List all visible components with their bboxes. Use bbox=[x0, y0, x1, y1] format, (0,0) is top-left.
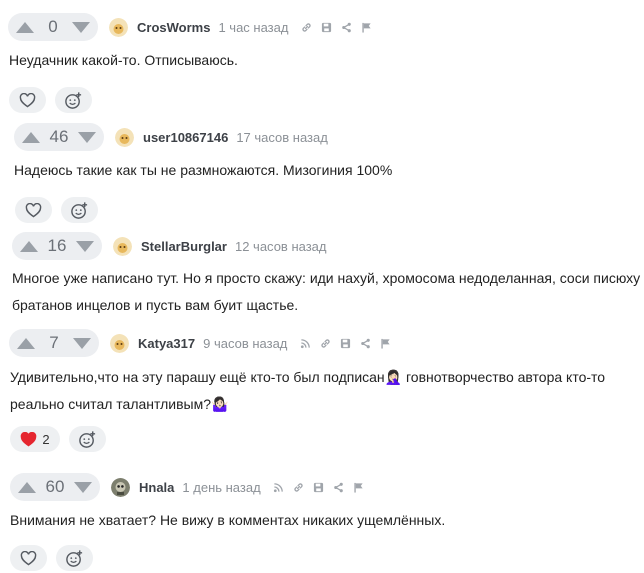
comment-time[interactable]: 9 часов назад bbox=[203, 336, 287, 351]
vote-box: 60 bbox=[10, 473, 100, 501]
comment-text-line: братанов инцелов и пусть вам буит щастье… bbox=[12, 297, 299, 313]
comment-tools bbox=[269, 478, 369, 496]
avatar[interactable] bbox=[113, 236, 132, 256]
comment-score: 60 bbox=[45, 477, 65, 496]
smile-plus-icon bbox=[71, 201, 88, 219]
comment-score: 0 bbox=[48, 17, 58, 36]
link-icon[interactable] bbox=[289, 478, 309, 496]
comment-actions: 2 bbox=[10, 424, 115, 454]
comment-score: 16 bbox=[47, 236, 67, 255]
comment-tools bbox=[295, 334, 395, 352]
comment-text: Надеюсь такие как ты не размножаются. Ми… bbox=[14, 157, 392, 184]
heart-icon bbox=[20, 550, 37, 565]
comment-text-line: Внимания не хватает? Не вижу в комментах… bbox=[10, 512, 446, 528]
author-name[interactable]: CrosWorms bbox=[137, 20, 210, 35]
smile-plus-icon bbox=[65, 91, 82, 109]
upvote-icon[interactable] bbox=[22, 131, 40, 143]
comment-actions bbox=[15, 195, 107, 225]
downvote-icon[interactable] bbox=[77, 131, 96, 143]
rss-icon[interactable] bbox=[295, 334, 315, 352]
comment-time[interactable]: 17 часов назад bbox=[236, 130, 328, 145]
flag-icon[interactable] bbox=[349, 478, 369, 496]
rss-icon[interactable] bbox=[269, 478, 289, 496]
upvote-icon[interactable] bbox=[17, 337, 35, 349]
avatar[interactable] bbox=[110, 333, 129, 353]
flag-icon[interactable] bbox=[356, 18, 376, 36]
comment-text: Внимания не хватает? Не вижу в комментах… bbox=[10, 507, 445, 534]
comment-text: Удивительно,что на эту парашу ещё кто-то… bbox=[10, 364, 605, 418]
comment-text-line: реально считал талантливым?🤷🏻‍♀️ bbox=[10, 396, 229, 412]
floppy-icon[interactable] bbox=[316, 18, 336, 36]
comment-header: 0 CrosWorms 1 час назад bbox=[8, 12, 376, 42]
comment-actions bbox=[9, 85, 101, 115]
heart-icon bbox=[25, 202, 42, 217]
comment-header: 7 Katya317 9 часов назад bbox=[9, 328, 395, 358]
like-count: 2 bbox=[42, 431, 50, 447]
downvote-icon[interactable] bbox=[72, 21, 90, 33]
heart-icon bbox=[21, 431, 37, 446]
vote-box: 46 bbox=[14, 123, 104, 151]
share-icon[interactable] bbox=[336, 18, 356, 36]
react-button[interactable] bbox=[56, 545, 93, 571]
comment-tools bbox=[296, 18, 376, 36]
link-icon[interactable] bbox=[315, 334, 335, 352]
react-button[interactable] bbox=[69, 426, 106, 452]
upvote-icon[interactable] bbox=[18, 481, 36, 493]
comment-time[interactable]: 12 часов назад bbox=[235, 239, 327, 254]
like-button[interactable] bbox=[15, 197, 52, 223]
vote-box: 0 bbox=[8, 13, 98, 41]
author-name[interactable]: Katya317 bbox=[138, 336, 195, 351]
comment-text: Неудачник какой-то. Отписываюсь. bbox=[9, 47, 238, 74]
link-icon[interactable] bbox=[296, 18, 316, 36]
comment-score: 7 bbox=[49, 333, 59, 352]
comment-actions bbox=[10, 543, 102, 573]
react-button[interactable] bbox=[61, 197, 98, 223]
smile-plus-icon bbox=[66, 549, 83, 567]
comment-text-line: Надеюсь такие как ты не размножаются. Ми… bbox=[14, 162, 393, 178]
downvote-icon[interactable] bbox=[73, 481, 92, 493]
downvote-icon[interactable] bbox=[73, 337, 91, 349]
share-icon[interactable] bbox=[329, 478, 349, 496]
avatar[interactable] bbox=[111, 477, 130, 497]
heart-icon bbox=[19, 92, 36, 107]
author-name[interactable]: user10867146 bbox=[143, 130, 228, 145]
vote-box: 7 bbox=[9, 329, 99, 357]
vote-box: 16 bbox=[12, 232, 102, 260]
avatar[interactable] bbox=[109, 17, 128, 37]
comment-header: 60 Hnala 1 день назад bbox=[10, 472, 369, 502]
comment-text-line: Неудачник какой-то. Отписываюсь. bbox=[9, 52, 238, 68]
like-button[interactable]: 2 bbox=[10, 426, 60, 452]
like-button[interactable] bbox=[9, 87, 46, 113]
like-button[interactable] bbox=[10, 545, 47, 571]
comment-time[interactable]: 1 час назад bbox=[218, 20, 288, 35]
flag-icon[interactable] bbox=[375, 334, 395, 352]
comment-time[interactable]: 1 день назад bbox=[182, 480, 260, 495]
author-name[interactable]: Hnala bbox=[139, 480, 174, 495]
downvote-icon[interactable] bbox=[75, 240, 94, 252]
comment-text: Многое уже написано тут. Но я просто ска… bbox=[12, 265, 640, 319]
comment-text-line: Многое уже написано тут. Но я просто ска… bbox=[12, 270, 641, 286]
floppy-icon[interactable] bbox=[309, 478, 329, 496]
comment-score: 46 bbox=[49, 127, 69, 146]
comment-text-line: Удивительно,что на эту парашу ещё кто-то… bbox=[10, 369, 606, 385]
comment-header: 46 user10867146 17 часов назад bbox=[14, 122, 328, 152]
comment-header: 16 StellarBurglar 12 часов назад bbox=[12, 231, 327, 261]
smile-plus-icon bbox=[79, 430, 96, 448]
react-button[interactable] bbox=[55, 87, 92, 113]
floppy-icon[interactable] bbox=[335, 334, 355, 352]
share-icon[interactable] bbox=[355, 334, 375, 352]
avatar[interactable] bbox=[115, 127, 134, 147]
upvote-icon[interactable] bbox=[20, 240, 38, 252]
upvote-icon[interactable] bbox=[16, 21, 34, 33]
author-name[interactable]: StellarBurglar bbox=[141, 239, 227, 254]
